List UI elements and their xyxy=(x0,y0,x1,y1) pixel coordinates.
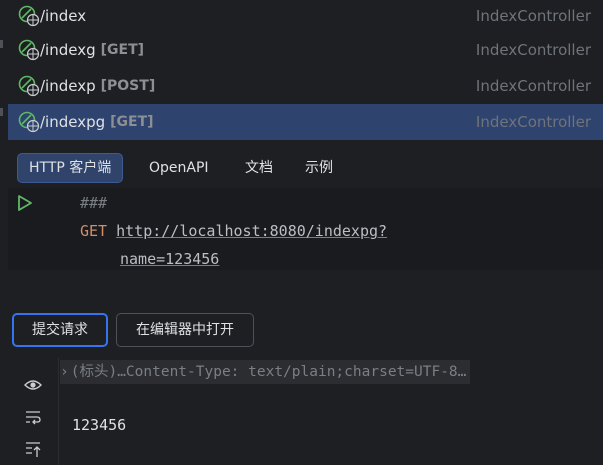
endpoint-controller: IndexController xyxy=(475,41,591,59)
tab-docs[interactable]: 文档 xyxy=(234,153,284,183)
tab-openapi[interactable]: OpenAPI xyxy=(138,153,220,183)
response-toolbar xyxy=(8,358,58,465)
response-divider xyxy=(58,358,59,465)
web-endpoint-icon xyxy=(18,111,40,133)
endpoint-method: [GET] xyxy=(110,114,154,130)
eye-icon[interactable] xyxy=(24,376,42,398)
request-separator-comment: ### xyxy=(80,194,108,212)
endpoint-method: [POST] xyxy=(100,78,156,94)
gutter-marker xyxy=(0,40,3,48)
request-line: GET http://localhost:8080/indexpg? xyxy=(80,222,387,240)
endpoint-path: /index xyxy=(40,7,87,25)
request-url-continuation: name=123456 xyxy=(120,250,219,268)
endpoint-row-selected[interactable]: /indexpg [GET] IndexController xyxy=(8,104,603,140)
endpoint-row[interactable]: /index IndexController xyxy=(0,0,603,32)
endpoint-row[interactable]: /indexp [POST] IndexController xyxy=(0,68,603,104)
soft-wrap-icon[interactable] xyxy=(24,408,42,430)
submit-request-button[interactable]: 提交请求 xyxy=(12,313,108,347)
web-endpoint-icon xyxy=(18,5,40,27)
gutter-marker xyxy=(0,108,3,116)
chevron-right-icon[interactable]: › xyxy=(60,364,69,380)
response-headers-summary: (标头)…Content-Type: text/plain;charset=UT… xyxy=(70,364,467,380)
request-editor[interactable]: ### GET http://localhost:8080/indexpg? n… xyxy=(8,188,603,270)
endpoint-controller: IndexController xyxy=(475,113,591,131)
http-method: GET xyxy=(80,222,108,240)
request-url-query[interactable]: name=123456 xyxy=(120,250,219,268)
endpoint-row[interactable]: /indexg [GET] IndexController xyxy=(0,32,603,68)
web-endpoint-icon xyxy=(18,75,40,97)
tab-examples[interactable]: 示例 xyxy=(294,153,344,183)
tab-bar: HTTP 客户端 OpenAPI 文档 示例 xyxy=(0,148,603,188)
response-headers-collapsed[interactable]: › (标头)…Content-Type: text/plain;charset=U… xyxy=(60,360,471,384)
endpoint-list: /index IndexController /indexg [GET] Ind… xyxy=(0,0,603,140)
endpoint-controller: IndexController xyxy=(475,7,591,25)
web-endpoint-icon xyxy=(18,39,40,61)
endpoint-path: /indexpg xyxy=(40,113,106,131)
response-body: › (标头)…Content-Type: text/plain;charset=U… xyxy=(60,358,603,465)
tab-http-client[interactable]: HTTP 客户端 xyxy=(17,153,124,183)
endpoint-path: /indexg xyxy=(40,41,96,59)
endpoint-method: [GET] xyxy=(100,42,145,58)
open-in-editor-button[interactable]: 在编辑器中打开 xyxy=(116,313,254,347)
response-panel: › (标头)…Content-Type: text/plain;charset=U… xyxy=(0,358,603,465)
request-url[interactable]: http://localhost:8080/indexpg? xyxy=(116,222,387,240)
scroll-to-top-icon[interactable] xyxy=(24,440,42,462)
run-icon[interactable] xyxy=(16,194,34,216)
response-body-text: 123456 xyxy=(72,416,127,434)
endpoint-path: /indexp xyxy=(40,77,96,95)
endpoint-controller: IndexController xyxy=(475,77,591,95)
